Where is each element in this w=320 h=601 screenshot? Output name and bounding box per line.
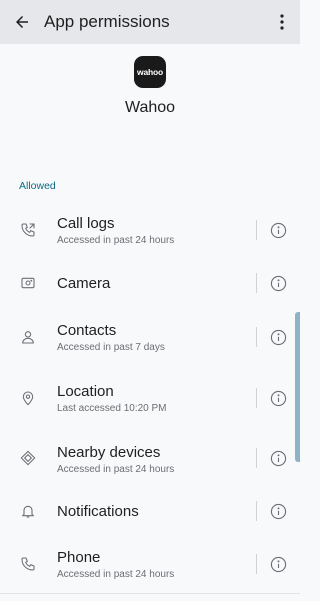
divider (256, 273, 257, 293)
page-title: App permissions (44, 12, 170, 31)
permission-item-phone[interactable]: Phone Accessed in past 24 hours (0, 536, 300, 592)
permission-title: Location (57, 383, 114, 400)
app-logo-text: wahoo (137, 67, 163, 77)
permission-item-nearby-devices[interactable]: Nearby devices Accessed in past 24 hours (0, 430, 300, 486)
divider (256, 388, 257, 408)
bottom-divider (0, 593, 300, 594)
permission-title: Contacts (57, 322, 117, 339)
info-icon (270, 390, 286, 406)
info-icon (270, 222, 286, 238)
nearby-devices-icon (19, 449, 37, 467)
permission-item-location[interactable]: Location Last accessed 10:20 PM (0, 369, 300, 425)
section-label-allowed: Allowed (19, 180, 56, 192)
arrow-back-icon (16, 16, 28, 28)
contacts-icon (19, 328, 37, 346)
divider (256, 448, 257, 468)
info-button[interactable] (268, 388, 288, 408)
info-button[interactable] (268, 554, 288, 574)
permission-title: Call logs (57, 215, 115, 232)
location-icon (19, 389, 37, 407)
camera-icon (19, 274, 37, 292)
permission-subtitle: Accessed in past 24 hours (57, 235, 175, 246)
permission-title: Notifications (57, 503, 139, 520)
app-name: Wahoo (124, 99, 176, 116)
permission-item-call-logs[interactable]: Call logs Accessed in past 24 hours (0, 201, 300, 257)
info-button[interactable] (268, 327, 288, 347)
permission-item-notifications[interactable]: Notifications (0, 484, 300, 540)
phone-icon (19, 555, 37, 573)
info-icon (270, 503, 286, 519)
permission-subtitle: Accessed in past 24 hours (57, 464, 175, 475)
info-icon (270, 450, 286, 466)
call-log-icon (19, 221, 37, 239)
back-button[interactable] (10, 10, 34, 34)
info-icon (270, 556, 286, 572)
info-button[interactable] (268, 448, 288, 468)
divider (256, 220, 257, 240)
info-button[interactable] (268, 501, 288, 521)
more-options-button[interactable] (272, 10, 292, 34)
permission-title: Nearby devices (57, 444, 161, 461)
permission-title: Phone (57, 549, 101, 566)
bell-icon (19, 502, 37, 520)
divider (256, 554, 257, 574)
permission-subtitle: Last accessed 10:20 PM (57, 403, 167, 414)
info-icon (270, 275, 286, 291)
info-button[interactable] (268, 220, 288, 240)
permission-title: Camera (57, 275, 111, 292)
scrollbar[interactable] (295, 312, 300, 462)
permission-item-camera[interactable]: Camera (0, 256, 300, 312)
info-icon (270, 329, 286, 345)
permission-subtitle: Accessed in past 24 hours (57, 569, 175, 580)
more-vert-icon (280, 14, 284, 30)
app-logo: wahoo (134, 56, 166, 88)
divider (256, 501, 257, 521)
permission-subtitle: Accessed in past 7 days (57, 342, 165, 353)
permission-item-contacts[interactable]: Contacts Accessed in past 7 days (0, 308, 300, 364)
divider (256, 327, 257, 347)
info-button[interactable] (268, 273, 288, 293)
app-bar: App permissions (0, 0, 300, 44)
